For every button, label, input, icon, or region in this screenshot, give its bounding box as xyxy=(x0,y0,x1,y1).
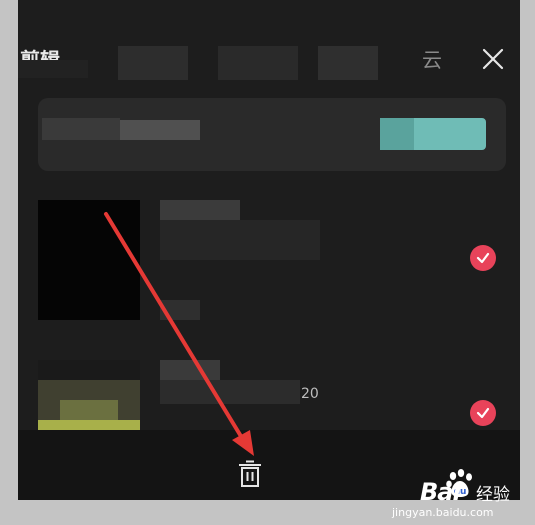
watermark-url: jingyan.baidu.com xyxy=(392,506,494,519)
draft-row-2[interactable] xyxy=(18,360,520,440)
draft-title-pixel-1 xyxy=(160,200,240,220)
draft-count-text: 20 xyxy=(301,386,319,402)
draft-thumbnail-1 xyxy=(38,200,140,320)
check-icon[interactable] xyxy=(470,245,496,271)
tab-pixelated-2[interactable] xyxy=(118,46,188,80)
draft-thumbnail-2 xyxy=(38,360,140,440)
watermark-brand: Bai xyxy=(420,478,461,506)
tab-pixelated-4[interactable] xyxy=(318,46,378,80)
draft-meta-pixel-1 xyxy=(160,300,200,320)
draft-row-1[interactable] xyxy=(18,200,520,320)
check-icon[interactable] xyxy=(470,400,496,426)
tab-underline-area xyxy=(18,60,88,78)
draft-info-pixel-1 xyxy=(160,220,320,260)
draft-info-pixel-2 xyxy=(160,380,300,404)
drafts-panel: 剪辑 云 20 xyxy=(18,0,520,500)
banner-button-pixel xyxy=(380,118,414,150)
banner-text-pixel-1 xyxy=(42,118,120,140)
watermark-brand-cn: 经验 xyxy=(476,485,510,505)
trash-icon[interactable] xyxy=(237,460,263,488)
tab-cloud[interactable]: 云 xyxy=(422,44,442,73)
tab-pixelated-3[interactable] xyxy=(218,46,298,80)
banner-text-pixel-2 xyxy=(120,120,200,140)
baidu-watermark: du Bai 经验 jingyan.baidu.com xyxy=(392,462,532,522)
draft-title-pixel-2 xyxy=(160,360,220,380)
close-icon[interactable] xyxy=(478,44,508,74)
